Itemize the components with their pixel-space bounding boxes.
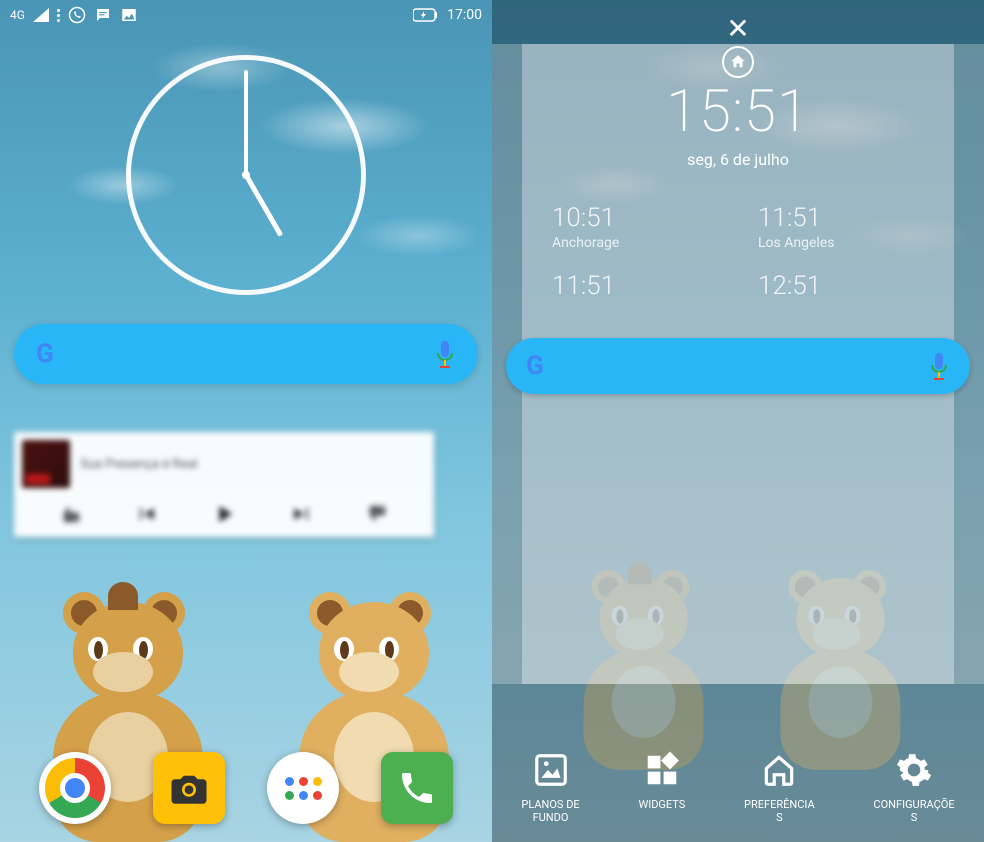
- status-bar[interactable]: 4G 17:00: [0, 0, 492, 30]
- thumbs-down-icon[interactable]: [60, 503, 82, 529]
- google-g-icon: G: [526, 351, 544, 381]
- next-icon[interactable]: [290, 502, 314, 530]
- option-label: CONFIGURAÇÕE S: [873, 798, 954, 824]
- status-left: 4G: [10, 6, 138, 24]
- world-clocks-grid: 10:51 Anchorage 11:51 Los Angeles 11:51 …: [522, 203, 954, 303]
- world-clock-city: Anchorage: [552, 235, 718, 251]
- wallpapers-button[interactable]: PLANOS DE FUNDO: [521, 748, 579, 824]
- google-search-bar[interactable]: G: [14, 324, 478, 384]
- camera-app-icon[interactable]: [153, 752, 225, 824]
- play-icon[interactable]: [210, 500, 238, 532]
- dots-icon: [57, 9, 60, 22]
- chat-icon: [94, 6, 112, 24]
- world-clock-item: 11:51 Los Angeles: [758, 203, 924, 251]
- world-clock-time: 11:51: [758, 203, 924, 233]
- preferences-button[interactable]: PREFERÊNCIA S: [744, 748, 815, 824]
- analog-clock-widget[interactable]: [126, 55, 366, 295]
- album-art: [22, 440, 70, 488]
- chrome-app-icon[interactable]: [39, 752, 111, 824]
- home-screen-edit-mode: ✕ 15:51 seg, 6 de julho 10:51 Anchorage …: [492, 0, 984, 842]
- app-drawer-icon[interactable]: [267, 752, 339, 824]
- voice-search-icon[interactable]: [928, 351, 950, 381]
- option-label: WIDGETS: [638, 798, 685, 811]
- world-clock-item: 12:51: [758, 271, 924, 303]
- home-screen-normal: 4G 17:00 G Sua Presença é Real: [0, 0, 492, 842]
- network-label: 4G: [10, 8, 25, 22]
- google-search-bar[interactable]: G: [506, 338, 970, 394]
- clock-widget-time: 15:51: [666, 78, 810, 146]
- settings-button[interactable]: CONFIGURAÇÕE S: [873, 748, 954, 824]
- home-pref-icon: [757, 748, 801, 792]
- clock-center: [242, 171, 250, 179]
- thumbs-up-icon[interactable]: [366, 503, 388, 529]
- voice-search-icon[interactable]: [434, 339, 456, 369]
- wallpaper-icon: [529, 748, 573, 792]
- widgets-button[interactable]: WIDGETS: [638, 748, 685, 824]
- clock-hour-hand: [244, 174, 283, 237]
- widgets-icon: [640, 748, 684, 792]
- option-label: PLANOS DE FUNDO: [521, 798, 579, 824]
- world-clock-item: 11:51: [552, 271, 718, 303]
- default-home-badge[interactable]: [722, 46, 754, 78]
- phone-app-icon[interactable]: [381, 752, 453, 824]
- clock-widget-date: seg, 6 de julho: [687, 150, 789, 169]
- image-icon: [120, 6, 138, 24]
- battery-icon: [413, 8, 439, 22]
- clock-minute-hand: [244, 70, 248, 175]
- status-right: 17:00: [413, 7, 482, 23]
- close-icon[interactable]: ✕: [726, 12, 749, 45]
- music-track-title: Sua Presença é Real: [80, 457, 198, 472]
- option-label: PREFERÊNCIA S: [744, 798, 815, 824]
- world-clock-time: 12:51: [758, 271, 924, 301]
- world-clock-item: 10:51 Anchorage: [552, 203, 718, 251]
- whatsapp-icon: [68, 6, 86, 24]
- world-clock-city: Los Angeles: [758, 235, 924, 251]
- dock: [0, 752, 492, 824]
- prev-icon[interactable]: [134, 502, 158, 530]
- edit-options-row: PLANOS DE FUNDO WIDGETS PREFERÊNCIA S CO…: [492, 748, 984, 824]
- google-g-icon: G: [36, 339, 54, 369]
- music-widget[interactable]: Sua Presença é Real: [14, 432, 434, 537]
- settings-icon: [892, 748, 936, 792]
- world-clock-time: 10:51: [552, 203, 718, 233]
- status-time: 17:00: [447, 7, 482, 23]
- signal-icon: [33, 8, 49, 22]
- world-clock-time: 11:51: [552, 271, 718, 301]
